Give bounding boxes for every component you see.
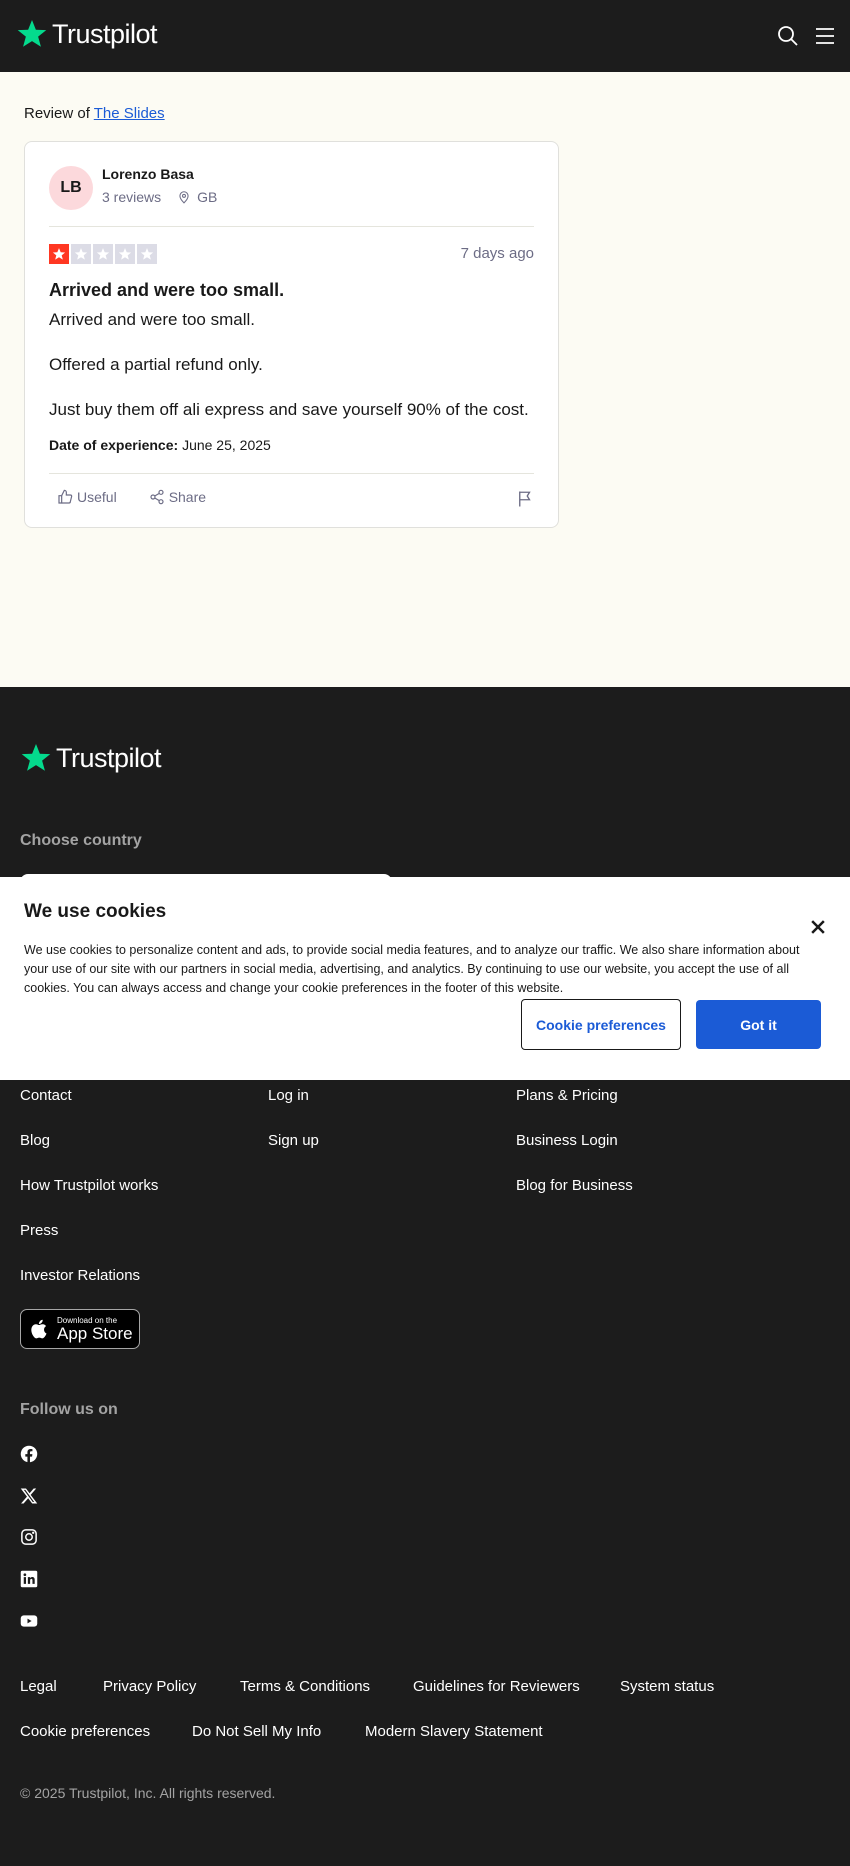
useful-label: Useful bbox=[77, 489, 117, 505]
share-label: Share bbox=[168, 489, 207, 505]
copyright: © 2025 Trustpilot, Inc. All rights reser… bbox=[20, 1785, 276, 1801]
footer-link[interactable]: Sign up bbox=[268, 1132, 319, 1149]
star-icon bbox=[49, 244, 69, 264]
facebook-icon[interactable] bbox=[20, 1445, 38, 1463]
footer-link[interactable]: Press bbox=[20, 1222, 58, 1239]
footer-link[interactable]: Blog for Business bbox=[516, 1177, 633, 1194]
choose-country-label: Choose country bbox=[20, 832, 142, 849]
legal-link[interactable]: Terms & Conditions bbox=[240, 1678, 370, 1695]
footer-link[interactable]: Blog bbox=[20, 1132, 50, 1149]
company-link[interactable]: The Slides bbox=[94, 105, 165, 122]
experience-label: Date of experience: bbox=[49, 437, 179, 453]
review-paragraph: Arrived and were too small. bbox=[49, 310, 255, 329]
flag-icon[interactable] bbox=[516, 490, 534, 508]
trustpilot-logo[interactable]: Trustpilot bbox=[16, 18, 158, 50]
footer-link[interactable]: Investor Relations bbox=[20, 1267, 140, 1284]
review-card: LB Lorenzo Basa 3 reviews GB 7 days ago … bbox=[24, 141, 559, 528]
instagram-icon[interactable] bbox=[20, 1528, 38, 1546]
app-store-big-text: App Store bbox=[57, 1323, 133, 1343]
avatar[interactable]: LB bbox=[49, 166, 93, 210]
cookie-text: We use cookies to personalize content an… bbox=[24, 943, 800, 995]
footer-link[interactable]: Plans & Pricing bbox=[516, 1087, 618, 1104]
review-of-prefix: Review of bbox=[24, 105, 90, 122]
review-date: 7 days ago bbox=[460, 245, 534, 262]
reviewer-name[interactable]: Lorenzo Basa bbox=[102, 166, 194, 182]
useful-button[interactable]: Useful bbox=[49, 489, 117, 505]
x-icon[interactable] bbox=[20, 1487, 38, 1505]
footer-link[interactable]: How Trustpilot works bbox=[20, 1177, 158, 1194]
location-pin-icon bbox=[179, 191, 189, 204]
site-header: Trustpilot bbox=[0, 0, 850, 72]
star-icon bbox=[93, 244, 113, 264]
review-paragraph: Just buy them off ali express and save y… bbox=[49, 400, 529, 419]
search-icon[interactable] bbox=[776, 24, 800, 48]
experience-date: June 25, 2025 bbox=[182, 437, 271, 453]
apple-icon bbox=[31, 1319, 47, 1339]
footer-link[interactable]: Business Login bbox=[516, 1132, 618, 1149]
legal-link[interactable]: Modern Slavery Statement bbox=[365, 1723, 543, 1740]
app-store-badge[interactable]: Download on the App Store bbox=[20, 1309, 140, 1349]
review-paragraph: Offered a partial refund only. bbox=[49, 355, 263, 374]
legal-link[interactable]: System status bbox=[620, 1678, 714, 1695]
follow-us-label: Follow us on bbox=[20, 1401, 118, 1418]
got-it-button[interactable]: Got it bbox=[696, 1000, 821, 1049]
reviewer-meta: 3 reviews GB bbox=[102, 189, 217, 205]
cookie-preferences-button[interactable]: Cookie preferences bbox=[521, 999, 681, 1050]
star-icon bbox=[115, 244, 135, 264]
close-icon[interactable] bbox=[808, 917, 828, 937]
divider bbox=[49, 473, 534, 474]
legal-link[interactable]: Guidelines for Reviewers bbox=[413, 1678, 580, 1695]
logo-wordmark: Trustpilot bbox=[56, 742, 162, 773]
thumbs-up-icon bbox=[58, 489, 73, 504]
footer-link[interactable]: Log in bbox=[268, 1087, 309, 1104]
review-page: Review of The Slides LB Lorenzo Basa 3 r… bbox=[0, 72, 850, 687]
star-icon bbox=[71, 244, 91, 264]
legal-link[interactable]: Privacy Policy bbox=[103, 1678, 196, 1695]
logo-wordmark: Trustpilot bbox=[52, 18, 158, 49]
trustpilot-star-icon bbox=[17, 20, 47, 47]
star-icon bbox=[137, 244, 157, 264]
site-footer: Trustpilot Choose country Contact Blog H… bbox=[0, 687, 850, 1866]
share-icon bbox=[150, 489, 164, 505]
review-actions: Useful Share bbox=[49, 489, 206, 505]
divider bbox=[49, 226, 534, 227]
linkedin-icon[interactable] bbox=[20, 1570, 38, 1588]
legal-link[interactable]: Legal bbox=[20, 1678, 57, 1695]
share-button[interactable]: Share bbox=[141, 489, 206, 505]
legal-link[interactable]: Cookie preferences bbox=[20, 1723, 150, 1740]
star-rating bbox=[49, 244, 157, 264]
cookie-banner: We use cookies We use cookies to persona… bbox=[0, 877, 850, 1080]
legal-link[interactable]: Do Not Sell My Info bbox=[192, 1723, 321, 1740]
footer-logo[interactable]: Trustpilot bbox=[20, 742, 162, 774]
review-count: 3 reviews bbox=[102, 189, 162, 205]
review-title: Arrived and were too small. bbox=[49, 280, 285, 300]
review-of-line: Review of The Slides bbox=[24, 105, 165, 122]
youtube-icon[interactable] bbox=[20, 1612, 38, 1630]
date-of-experience: Date of experience: June 25, 2025 bbox=[49, 437, 271, 453]
cookie-title: We use cookies bbox=[24, 901, 167, 922]
trustpilot-star-icon bbox=[21, 744, 51, 771]
menu-icon[interactable] bbox=[813, 24, 837, 48]
footer-link[interactable]: Contact bbox=[20, 1087, 72, 1104]
reviewer-country: GB bbox=[197, 189, 218, 205]
